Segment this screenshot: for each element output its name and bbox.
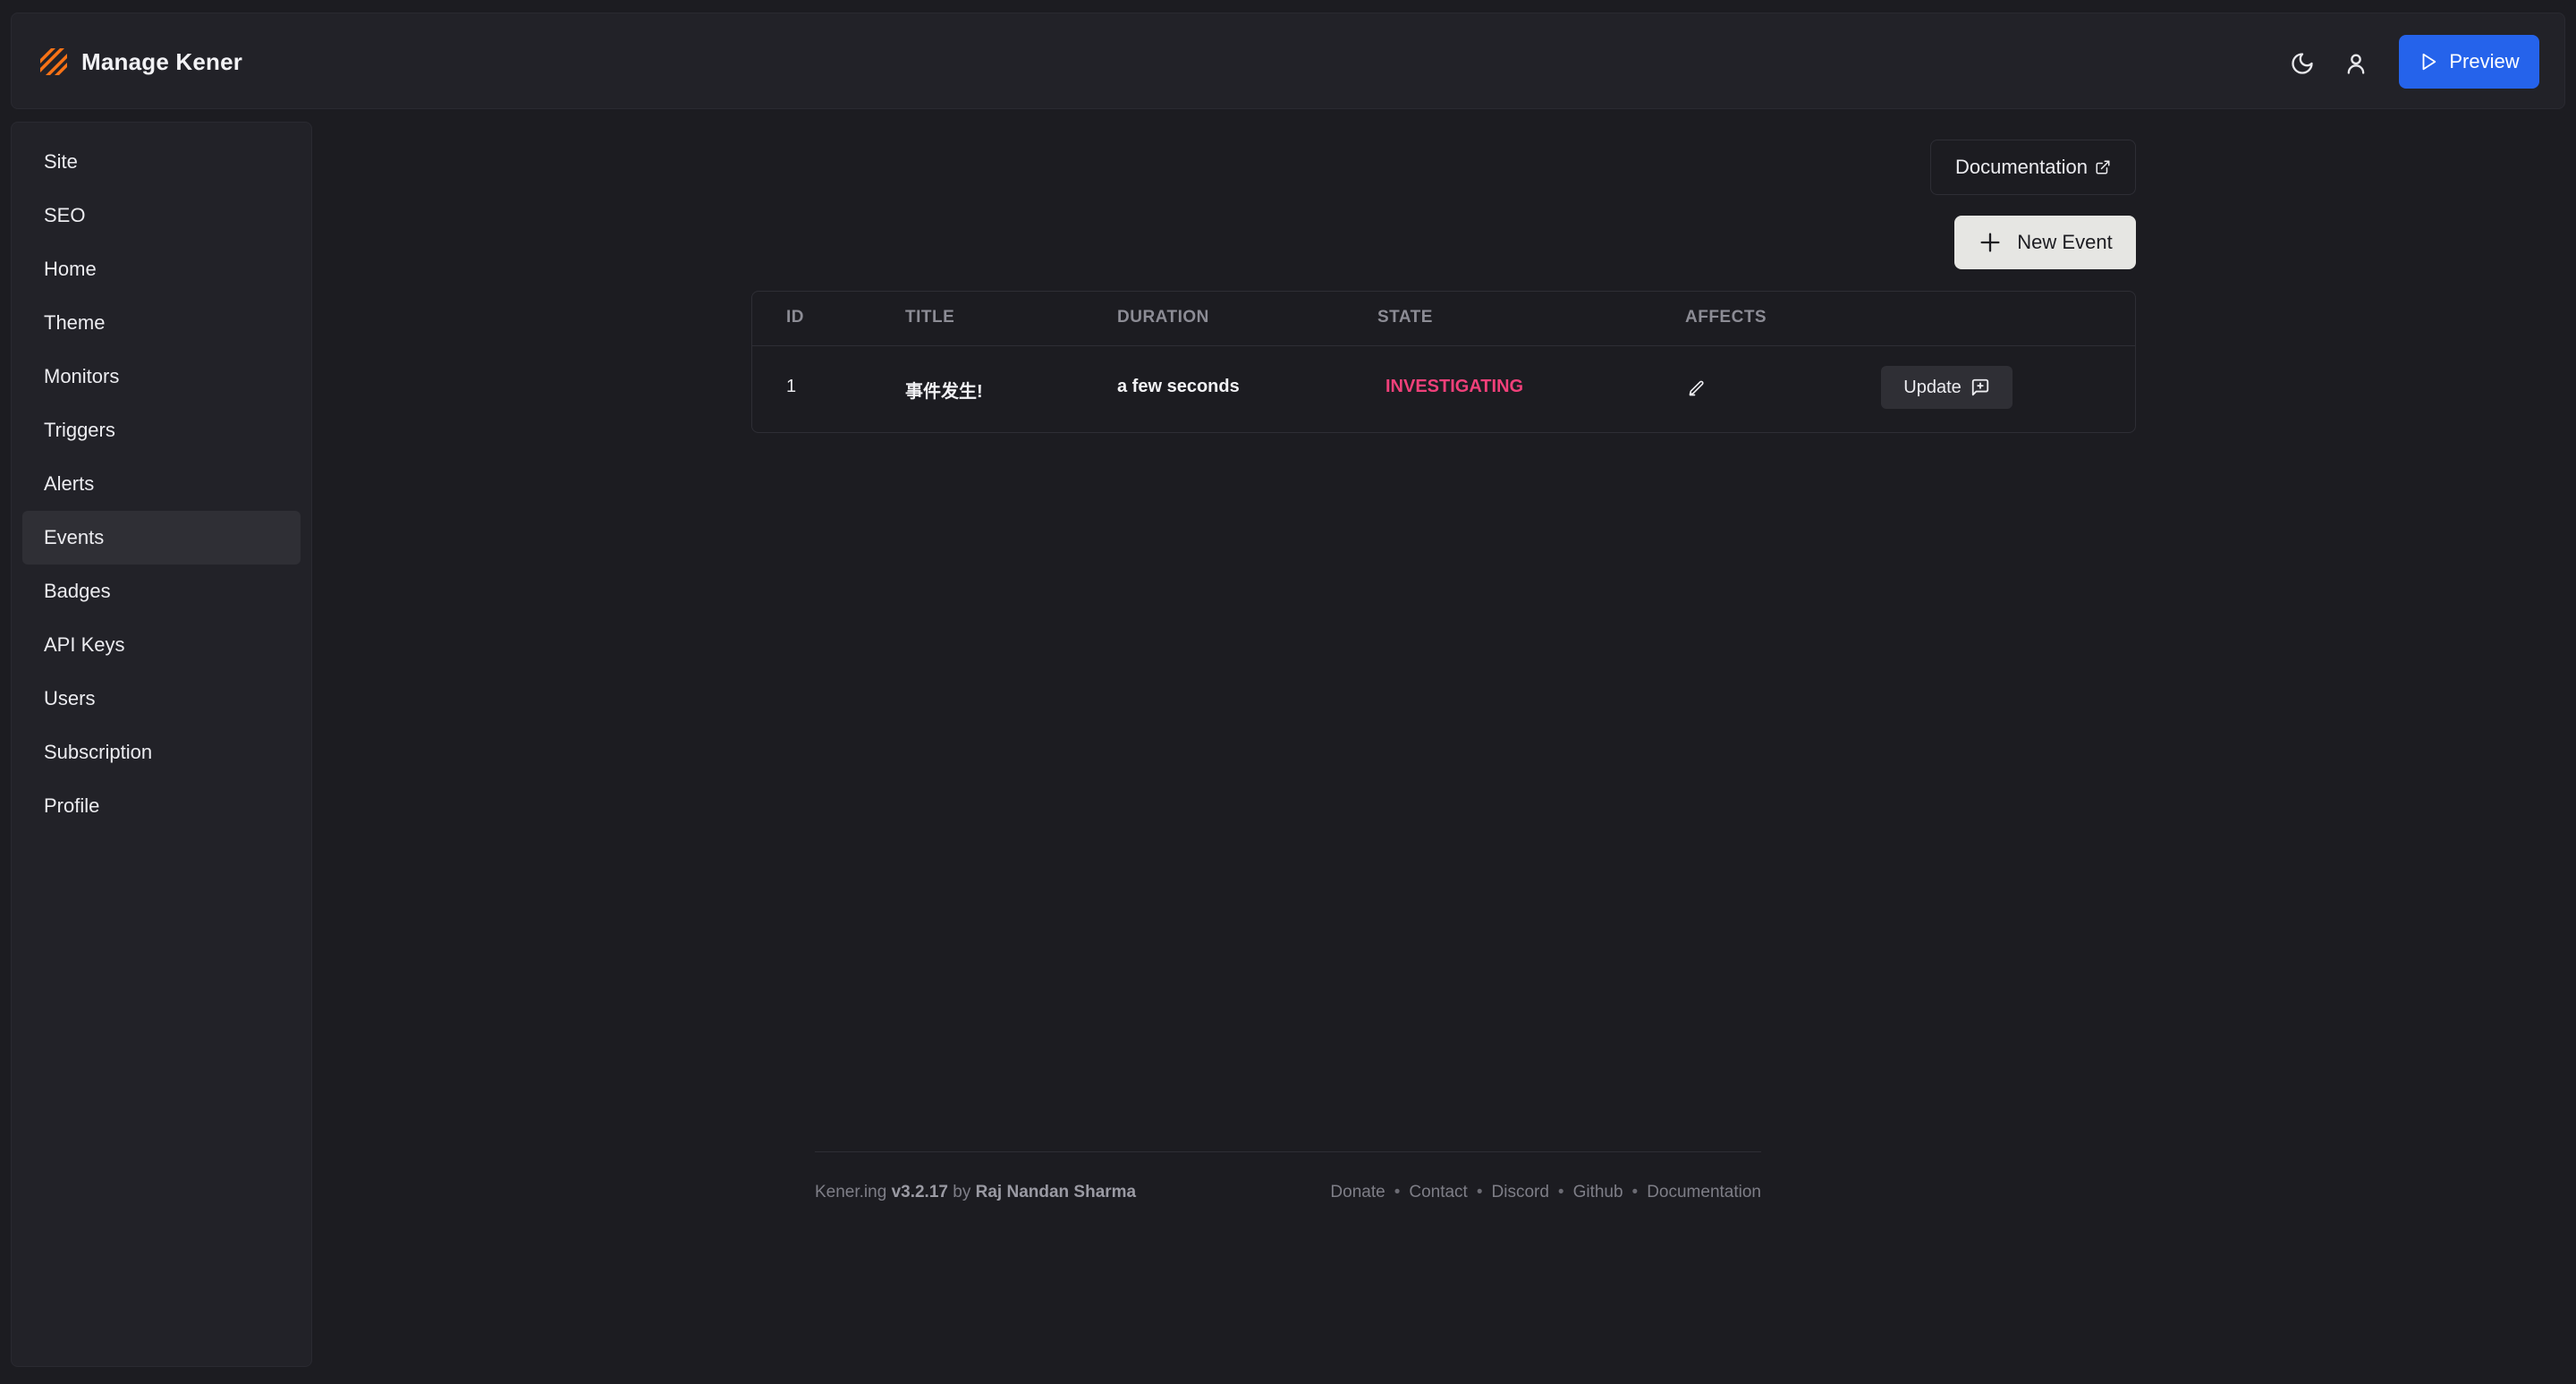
footer-author[interactable]: Raj Nandan Sharma — [976, 1183, 1137, 1201]
event-duration: a few seconds — [1117, 377, 1240, 396]
update-event-button[interactable]: Update — [1881, 366, 2012, 409]
sidebar-item-alerts[interactable]: Alerts — [22, 457, 301, 511]
message-plus-icon — [1971, 378, 1988, 396]
sidebar-item-monitors[interactable]: Monitors — [22, 350, 301, 403]
kener-logo-icon — [40, 48, 67, 75]
new-event-button[interactable]: New Event — [1954, 216, 2136, 269]
sidebar-item-api-keys[interactable]: API Keys — [22, 618, 301, 672]
play-icon — [2422, 53, 2436, 71]
sidebar-item-label: Badges — [44, 580, 111, 602]
column-header-affects: AFFECTS — [1685, 308, 1767, 327]
footer-version: v3.2.17 — [891, 1183, 948, 1201]
documentation-button[interactable]: Documentation — [1930, 140, 2136, 195]
footer-by: by — [953, 1183, 971, 1201]
column-header-title: TITLE — [905, 308, 955, 327]
moon-icon[interactable] — [2290, 51, 2315, 76]
footer-divider — [815, 1151, 1761, 1152]
footer-link-documentation[interactable]: Documentation — [1647, 1183, 1761, 1202]
table-divider — [752, 345, 2135, 346]
sidebar-item-label: Alerts — [44, 472, 95, 495]
sidebar-item-triggers[interactable]: Triggers — [22, 403, 301, 457]
event-title: 事件发生! — [905, 382, 983, 402]
event-id: 1 — [786, 377, 797, 396]
brand-link[interactable]: Manage Kener — [38, 40, 242, 83]
sidebar-item-label: API Keys — [44, 633, 125, 656]
footer-links: Donate • Contact • Discord • Github • Do… — [1330, 1183, 1761, 1202]
preview-label: Preview — [2449, 50, 2520, 72]
sidebar-item-subscription[interactable]: Subscription — [22, 726, 301, 779]
sidebar-item-badges[interactable]: Badges — [22, 565, 301, 618]
app-title: Manage Kener — [81, 47, 243, 75]
update-label: Update — [1903, 377, 1962, 397]
sidebar-item-label: Subscription — [44, 741, 153, 763]
sidebar-item-seo[interactable]: SEO — [22, 189, 301, 242]
footer-credit: Kener.ing v3.2.17 by Raj Nandan Sharma — [815, 1183, 1136, 1202]
sidebar-item-label: Triggers — [44, 419, 115, 441]
sidebar-item-label: Users — [44, 687, 96, 709]
event-state-badge: INVESTIGATING — [1385, 377, 1524, 396]
separator-dot: • — [1557, 1183, 1564, 1201]
preview-button[interactable]: Preview — [2399, 35, 2539, 89]
separator-dot: • — [1394, 1183, 1401, 1201]
sidebar-item-label: Site — [44, 150, 78, 173]
sidebar-item-site[interactable]: Site — [22, 135, 301, 189]
new-event-label: New Event — [2017, 231, 2113, 253]
separator-dot: • — [1476, 1183, 1483, 1201]
footer-link-contact[interactable]: Contact — [1409, 1183, 1467, 1202]
sidebar-item-users[interactable]: Users — [22, 672, 301, 726]
documentation-label: Documentation — [1955, 156, 2088, 178]
edit-affects-icon[interactable] — [1688, 379, 1706, 397]
top-header: Manage Kener Preview — [11, 13, 2565, 109]
sidebar-item-theme[interactable]: Theme — [22, 296, 301, 350]
footer-link-donate[interactable]: Donate — [1330, 1183, 1385, 1202]
external-link-icon — [2096, 160, 2110, 174]
sidebar-item-label: Profile — [44, 794, 100, 817]
events-table: ID TITLE DURATION STATE AFFECTS 1 事件发生! … — [751, 291, 2136, 433]
sidebar: Site SEO Home Theme Monitors Triggers Al… — [11, 122, 312, 1367]
column-header-state: STATE — [1377, 308, 1433, 327]
separator-dot: • — [1631, 1183, 1639, 1201]
sidebar-item-profile[interactable]: Profile — [22, 779, 301, 833]
footer-link-github[interactable]: Github — [1573, 1183, 1623, 1202]
footer-link-discord[interactable]: Discord — [1492, 1183, 1549, 1202]
plus-icon — [1980, 233, 2000, 252]
column-header-duration: DURATION — [1117, 308, 1209, 327]
column-header-id: ID — [786, 308, 804, 327]
footer-brand[interactable]: Kener.ing — [815, 1183, 886, 1201]
user-icon[interactable] — [2343, 51, 2368, 76]
sidebar-item-label: SEO — [44, 204, 86, 226]
sidebar-item-label: Monitors — [44, 365, 120, 387]
sidebar-item-label: Home — [44, 258, 97, 280]
sidebar-item-events[interactable]: Events — [22, 511, 301, 565]
sidebar-item-home[interactable]: Home — [22, 242, 301, 296]
sidebar-item-label: Events — [44, 526, 105, 548]
sidebar-item-label: Theme — [44, 311, 106, 334]
